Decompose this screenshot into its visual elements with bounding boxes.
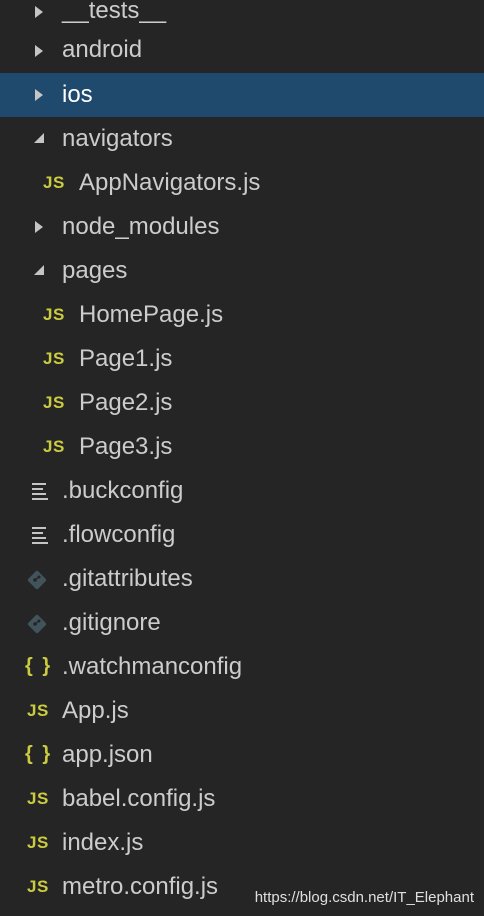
js-file-icon: JS <box>43 437 65 456</box>
chevron-right-icon[interactable] <box>35 45 43 57</box>
tree-item-label: navigators <box>62 125 173 152</box>
js-file-icon: JS <box>43 393 65 412</box>
tree-item-babel-config-js[interactable]: JS babel.config.js <box>0 777 484 821</box>
tree-item-label: pages <box>62 257 128 284</box>
tree-item-appnavigators-js[interactable]: JS AppNavigators.js <box>0 161 484 205</box>
tree-item-label: index.js <box>62 829 144 856</box>
tree-item-label: HomePage.js <box>79 301 224 328</box>
tree-item-label: .flowconfig <box>62 521 176 548</box>
tree-item-homepage-js[interactable]: JS HomePage.js <box>0 293 484 337</box>
tree-item-app-json[interactable]: { } app.json <box>0 733 484 777</box>
watermark: https://blog.csdn.net/IT_Elephant <box>254 889 474 906</box>
tree-item-label: Page1.js <box>79 345 173 372</box>
chevron-down-icon[interactable] <box>34 265 44 275</box>
tree-item-label: __tests__ <box>62 0 167 24</box>
chevron-right-icon[interactable] <box>35 6 43 18</box>
tree-item-label: Page3.js <box>79 433 173 460</box>
tree-item-page2-js[interactable]: JS Page2.js <box>0 381 484 425</box>
tree-item-flowconfig[interactable]: .flowconfig <box>0 513 484 557</box>
js-file-icon: JS <box>27 701 49 720</box>
json-file-icon: { } <box>25 655 53 677</box>
js-file-icon: JS <box>43 349 65 368</box>
tree-item-gitattributes[interactable]: .gitattributes <box>0 557 484 601</box>
tree-item-label: metro.config.js <box>62 873 219 900</box>
tree-item-label: ios <box>62 81 93 108</box>
tree-item-node-modules-folder[interactable]: node_modules <box>0 205 484 249</box>
tree-item-label: .gitignore <box>62 609 161 636</box>
tree-item-label: android <box>62 36 143 63</box>
tree-item-label: .buckconfig <box>62 477 184 504</box>
tree-item-label: Page2.js <box>79 389 173 416</box>
tree-item-label: AppNavigators.js <box>79 169 261 196</box>
tree-item-label: babel.config.js <box>62 785 216 812</box>
tree-item-app-js[interactable]: JS App.js <box>0 689 484 733</box>
js-file-icon: JS <box>43 305 65 324</box>
tree-item-watchmanconfig[interactable]: { } .watchmanconfig <box>0 645 484 689</box>
tree-item-label: .watchmanconfig <box>62 653 243 680</box>
git-icon <box>27 614 47 634</box>
json-file-icon: { } <box>25 743 53 765</box>
tree-item-android-folder[interactable]: android <box>0 29 484 73</box>
tree-item-gitignore[interactable]: .gitignore <box>0 601 484 645</box>
js-file-icon: JS <box>27 833 49 852</box>
js-file-icon: JS <box>43 173 65 192</box>
chevron-right-icon[interactable] <box>35 221 43 233</box>
tree-item-page3-js[interactable]: JS Page3.js <box>0 425 484 469</box>
tree-item-buckconfig[interactable]: .buckconfig <box>0 469 484 513</box>
git-icon <box>27 570 47 590</box>
tree-item-ios-folder[interactable]: ios <box>0 73 484 117</box>
tree-item-label: app.json <box>62 741 153 768</box>
tree-item-index-js[interactable]: JS index.js <box>0 821 484 865</box>
js-file-icon: JS <box>27 877 49 896</box>
chevron-right-icon[interactable] <box>35 89 43 101</box>
tree-item-pages-folder[interactable]: pages <box>0 249 484 293</box>
lines-file-icon <box>32 527 48 544</box>
js-file-icon: JS <box>27 789 49 808</box>
tree-item-label: .gitattributes <box>62 565 193 592</box>
tree-item-label: node_modules <box>62 213 220 240</box>
tree-item-navigators-folder[interactable]: navigators <box>0 117 484 161</box>
chevron-down-icon[interactable] <box>34 133 44 143</box>
lines-file-icon <box>32 483 48 500</box>
tree-item-label: App.js <box>62 697 129 724</box>
tree-item-page1-js[interactable]: JS Page1.js <box>0 337 484 381</box>
file-explorer-tree: __tests__ android ios navigators JS AppN… <box>0 0 484 916</box>
